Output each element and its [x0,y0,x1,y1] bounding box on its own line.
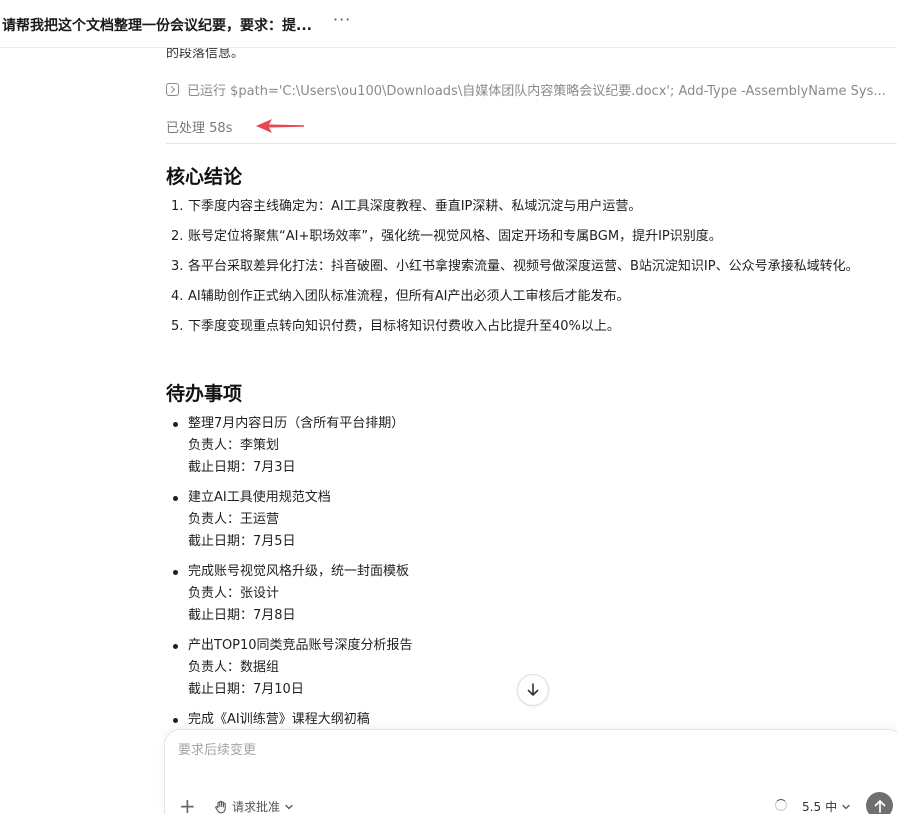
composer: + 请求批准 5.5 中 [164,729,897,814]
bullet [173,422,178,427]
chevron-down-icon [842,804,850,809]
list-item-text: 下季度内容主线确定为：AI工具深度教程、垂直IP深耕、私域沉淀与用户运营。 [188,199,642,214]
list-number: 4. [171,289,184,304]
approval-label: 请求批准 [232,800,281,814]
todo-owner: 负责人：张设计 [188,586,280,601]
more-options-button[interactable]: ··· [333,10,351,29]
conversation-title[interactable]: 请帮我把这个文档整理一份会议纪要，要求：提... [2,15,312,35]
arrow-up-icon [874,799,885,813]
message-input[interactable] [178,743,778,758]
todo-item: 整理7月内容日历（含所有平台排期） 负责人：李策划 截止日期：7月3日 [166,413,886,479]
list-number: 5. [171,319,184,334]
add-attachment-button[interactable]: + [179,796,196,814]
bullet [173,570,178,575]
list-item: 1. 下季度内容主线确定为：AI工具深度教程、垂直IP深耕、私域沉淀与用户运营。 [166,196,886,218]
conclusions-heading: 核心结论 [166,166,243,188]
todo-due: 截止日期：7月5日 [188,534,296,549]
scroll-to-bottom-button[interactable] [517,674,549,706]
list-item: 5. 下季度变现重点转向知识付费，目标将知识付费收入占比提升至40%以上。 [166,316,886,338]
todo-item: 完成账号视觉风格升级，统一封面模板 负责人：张设计 截止日期：7月8日 [166,561,886,627]
bullet [173,496,178,501]
loading-spinner-icon [775,799,787,811]
list-item-text: 账号定位将聚焦“AI+职场效率”，强化统一视觉风格、固定开场和专属BGM，提升I… [188,229,722,244]
red-arrow-annotation [256,119,304,133]
list-number: 1. [171,199,184,214]
todo-task: 产出TOP10同类竞品账号深度分析报告 [188,638,413,653]
bullet [173,644,178,649]
todo-item: 建立AI工具使用规范文档 负责人：王运营 截止日期：7月5日 [166,487,886,553]
todo-task: 整理7月内容日历（含所有平台排期） [188,416,405,431]
model-level: 中 [825,800,838,814]
arrow-down-icon [527,683,539,696]
todo-task: 建立AI工具使用规范文档 [188,490,331,505]
todos-heading: 待办事项 [166,383,243,405]
request-approval-dropdown[interactable]: 请求批准 [214,798,294,814]
todo-owner: 负责人：李策划 [188,438,280,453]
todo-item: 完成《AI训练营》课程大纲初稿 [166,709,886,731]
list-number: 3. [171,259,184,274]
model-selector[interactable]: 5.5 中 [802,798,851,814]
command-text: 已运行 $path='C:\Users\ou100\Downloads\自媒体团… [187,84,886,99]
todo-task: 完成《AI训练营》课程大纲初稿 [188,712,370,727]
command-run-row[interactable]: 已运行 $path='C:\Users\ou100\Downloads\自媒体团… [166,80,886,99]
todo-due: 截止日期：7月8日 [188,608,296,623]
list-item: 2. 账号定位将聚焦“AI+职场效率”，强化统一视觉风格、固定开场和专属BGM，提… [166,226,886,248]
list-item: 3. 各平台采取差异化打法：抖音破圈、小红书拿搜索流量、视频号做深度运营、B站沉淀… [166,256,886,278]
todo-due: 截止日期：7月3日 [188,460,296,475]
list-item-text: 下季度变现重点转向知识付费，目标将知识付费收入占比提升至40%以上。 [188,319,620,334]
list-item-text: 各平台采取差异化打法：抖音破圈、小红书拿搜索流量、视频号做深度运营、B站沉淀知识… [188,259,859,274]
conclusions-list: 1. 下季度内容主线确定为：AI工具深度教程、垂直IP深耕、私域沉淀与用户运营。 … [166,196,886,346]
conversation-area: 的段落信息。 已运行 $path='C:\Users\ou100\Downloa… [0,0,897,814]
hand-icon [215,800,226,813]
todo-task: 完成账号视觉风格升级，统一封面模板 [188,564,410,579]
todo-owner: 负责人：王运营 [188,512,280,527]
list-item: 4. AI辅助创作正式纳入团队标准流程，但所有AI产出必须人工审核后才能发布。 [166,286,886,308]
top-bar: 请帮我把这个文档整理一份会议纪要，要求：提... ··· [0,0,897,48]
send-button[interactable] [866,792,893,814]
chevron-down-icon [285,804,293,809]
processed-status[interactable]: 已处理 58s [166,117,232,136]
divider [166,143,897,144]
list-item-text: AI辅助创作正式纳入团队标准流程，但所有AI产出必须人工审核后才能发布。 [188,289,630,304]
model-version: 5.5 [802,799,822,814]
terminal-icon [166,83,179,96]
bullet [173,718,178,723]
list-number: 2. [171,229,184,244]
